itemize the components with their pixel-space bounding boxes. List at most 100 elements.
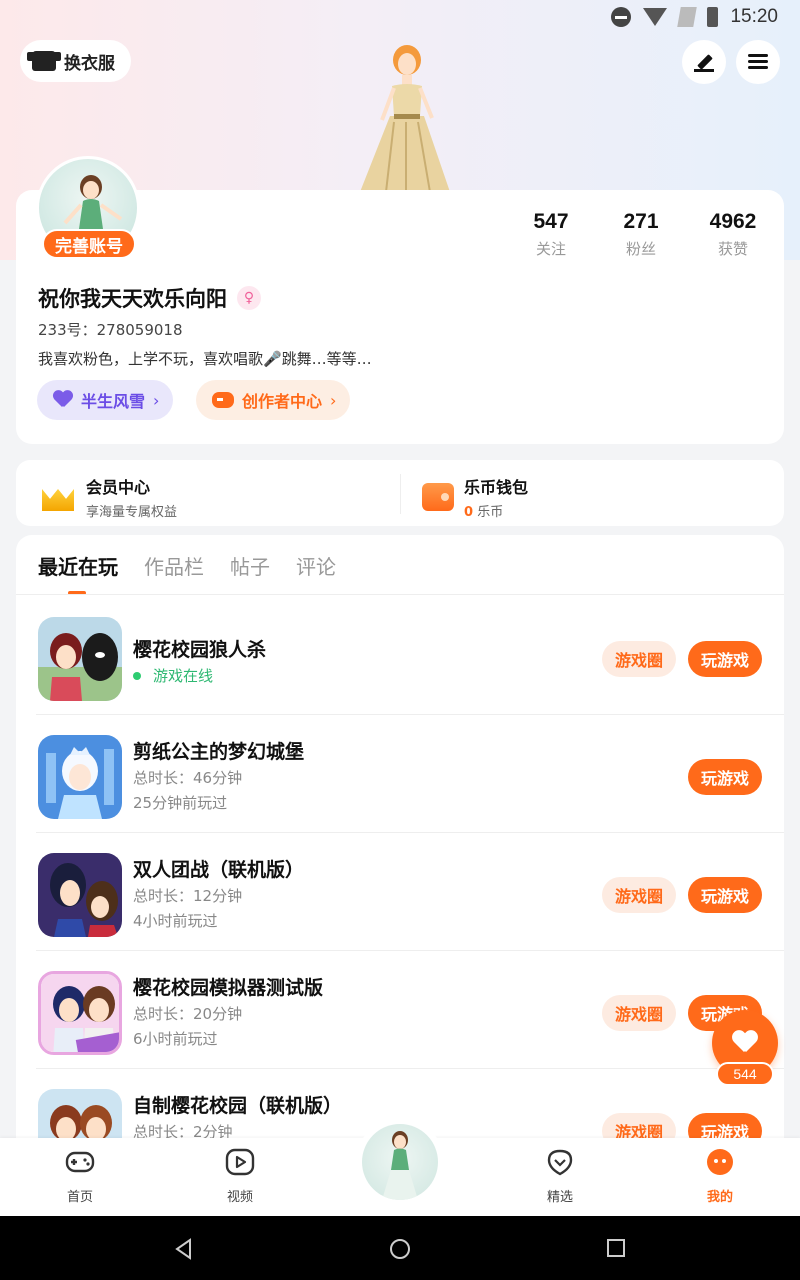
stat-fans-label: 粉丝 — [625, 240, 656, 258]
recents-icon[interactable] — [606, 1238, 626, 1258]
user-bio: 我喜欢粉色，上学不玩，喜欢唱歌🎤跳舞…等等… — [38, 350, 372, 368]
list-item[interactable]: 樱花校园狼人杀 游戏在线 游戏圈 玩游戏 — [36, 597, 784, 715]
stat-following-value: 547 — [533, 210, 569, 233]
edit-profile-button[interactable] — [682, 40, 726, 84]
battery-icon — [707, 7, 719, 27]
username-text: 祝你我天天欢乐向阳 — [38, 287, 227, 311]
list-item[interactable]: 剪纸公主的梦幻城堡 总时长：46分钟 25分钟前玩过 玩游戏 — [36, 715, 784, 833]
tab-recently-played[interactable]: 最近在玩 — [38, 551, 118, 595]
creator-center-button[interactable]: 创作者中心 › — [196, 380, 351, 420]
home-icon[interactable] — [389, 1238, 411, 1260]
dress-up-button[interactable]: 换衣服 — [20, 40, 131, 82]
game-title: 自制樱花校园（联机版） — [133, 1095, 343, 1117]
game-icon — [38, 971, 122, 1055]
wifi-icon — [643, 8, 668, 26]
user-id: 233号：278059018 — [38, 321, 183, 339]
tab-works[interactable]: 作品栏 — [144, 551, 204, 595]
stat-following-label: 关注 — [535, 240, 566, 258]
like-count-badge: 544 — [716, 1062, 774, 1086]
wallet-amount: 0 — [464, 505, 474, 520]
complete-account-badge[interactable]: 完善账号 — [42, 229, 136, 259]
stat-fans-value: 271 — [623, 210, 659, 233]
tab-posts[interactable]: 帖子 — [230, 551, 270, 595]
dress-up-label: 换衣服 — [64, 53, 115, 74]
game-circle-button[interactable]: 游戏圈 — [602, 641, 676, 677]
crown-icon — [40, 481, 76, 513]
stat-fans[interactable]: 271 粉丝 — [596, 210, 686, 259]
game-duration: 总时长：12分钟 — [133, 887, 243, 905]
smiley-icon — [707, 1149, 733, 1175]
avatar — [362, 1124, 438, 1200]
wallet-balance: 0 乐币 — [464, 501, 528, 520]
system-nav-bar — [0, 1216, 800, 1280]
username: 祝你我天天欢乐向阳 ♀ — [38, 283, 261, 313]
game-circle-button[interactable]: 游戏圈 — [602, 995, 676, 1031]
game-title: 樱花校园狼人杀 — [133, 639, 267, 661]
game-icon — [38, 617, 122, 701]
game-last-played: 6小时前玩过 — [133, 1030, 218, 1048]
play-game-button[interactable]: 玩游戏 — [688, 641, 762, 677]
heart-chat-icon — [547, 1149, 573, 1176]
play-game-button[interactable]: 玩游戏 — [688, 759, 762, 795]
member-center-subtitle: 享海量专属权益 — [86, 505, 178, 520]
divider — [400, 474, 401, 514]
wallet[interactable]: 乐币钱包 0 乐币 — [422, 474, 528, 520]
stat-likes-value: 4962 — [709, 210, 757, 233]
chevron-right-icon: › — [330, 390, 337, 410]
stat-following[interactable]: 547 关注 — [506, 210, 596, 259]
play-game-button[interactable]: 玩游戏 — [688, 877, 762, 913]
profile-tabs: 最近在玩 作品栏 帖子 评论 — [38, 551, 336, 595]
stat-likes[interactable]: 4962 获赞 — [688, 210, 778, 259]
back-icon[interactable] — [174, 1238, 194, 1260]
stat-likes-label: 获赞 — [717, 240, 748, 258]
nav-featured-label: 精选 — [546, 1190, 573, 1205]
nav-avatar-button[interactable] — [356, 1118, 444, 1206]
creator-center-label: 创作者中心 — [242, 392, 323, 411]
nav-mine-label: 我的 — [706, 1190, 733, 1205]
nav-video-label: 视频 — [226, 1190, 253, 1205]
gamepad-icon — [212, 392, 234, 408]
chevron-right-icon: › — [153, 390, 160, 410]
game-title: 双人团战（联机版） — [133, 859, 305, 881]
list-item[interactable]: 樱花校园模拟器测试版 总时长：20分钟 6小时前玩过 游戏圈 玩游戏 — [36, 951, 784, 1069]
menu-icon — [748, 54, 768, 70]
menu-button[interactable] — [736, 40, 780, 84]
nav-home[interactable]: 首页 — [40, 1148, 120, 1205]
nav-mine[interactable]: 我的 — [680, 1148, 760, 1205]
avatar-character-figure[interactable] — [350, 42, 460, 192]
vip-card: 会员中心 享海量专属权益 乐币钱包 0 乐币 — [16, 460, 784, 526]
shirt-icon — [27, 51, 61, 71]
wallet-unit: 乐币 — [477, 505, 504, 520]
status-time: 15:20 — [730, 6, 778, 27]
game-duration: 总时长：46分钟 — [133, 769, 243, 787]
game-online-status: 游戏在线 — [133, 665, 213, 686]
online-dot-icon — [133, 671, 141, 680]
nav-home-label: 首页 — [66, 1190, 93, 1205]
nav-video[interactable]: 视频 — [200, 1148, 280, 1205]
heart-icon — [53, 391, 73, 409]
female-gender-icon: ♀ — [237, 286, 261, 310]
game-icon — [38, 853, 122, 937]
heart-icon — [732, 1031, 758, 1055]
game-circle-button[interactable]: 游戏圈 — [602, 877, 676, 913]
status-bar: 15:20 — [0, 0, 800, 34]
member-center[interactable]: 会员中心 享海量专属权益 — [40, 474, 177, 520]
tag-banshengfengxue-label: 半生风雪 — [81, 392, 146, 411]
divider — [16, 594, 784, 595]
gamepad-icon — [65, 1151, 95, 1173]
no-sim-icon — [677, 7, 698, 27]
list-item[interactable]: 双人团战（联机版） 总时长：12分钟 4小时前玩过 游戏圈 玩游戏 — [36, 833, 784, 951]
tab-comments[interactable]: 评论 — [296, 551, 336, 595]
nav-featured[interactable]: 精选 — [520, 1148, 600, 1205]
video-icon — [225, 1148, 255, 1176]
game-online-status-text: 游戏在线 — [153, 667, 214, 685]
wallet-icon — [422, 483, 454, 511]
content-card: 最近在玩 作品栏 帖子 评论 樱花校园狼人杀 游戏在线 游戏圈 玩游戏 剪纸公主… — [16, 535, 784, 1155]
game-title: 樱花校园模拟器测试版 — [133, 977, 324, 999]
game-title: 剪纸公主的梦幻城堡 — [133, 741, 305, 763]
game-last-played: 4小时前玩过 — [133, 912, 218, 930]
tag-banshengfengxue[interactable]: 半生风雪 › — [37, 380, 174, 420]
wallet-title: 乐币钱包 — [464, 478, 529, 497]
pen-icon — [694, 52, 714, 72]
game-icon — [38, 735, 122, 819]
